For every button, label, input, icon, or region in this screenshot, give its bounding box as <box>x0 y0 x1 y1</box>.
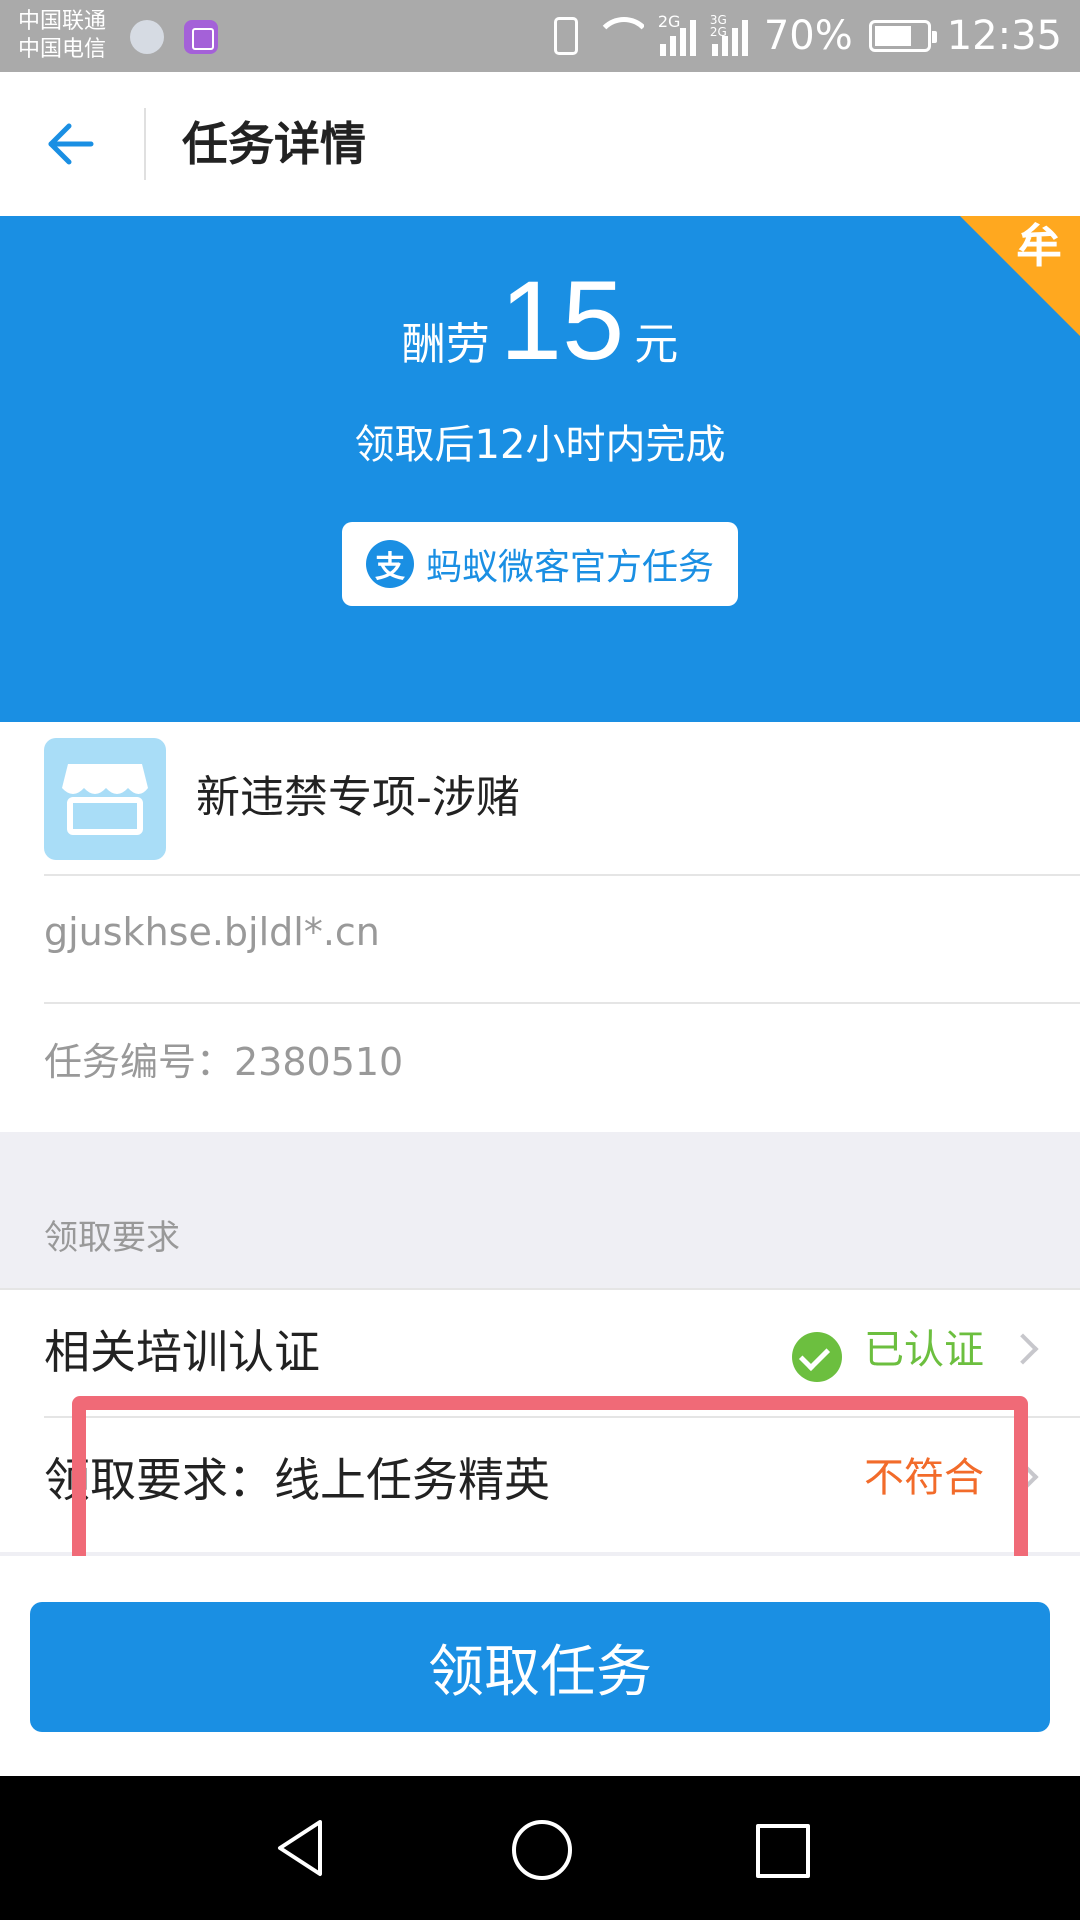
battery-percent: 70% <box>763 13 853 59</box>
alipay-icon: 支 <box>365 540 414 588</box>
storefront-glyph <box>62 764 148 835</box>
status-right: 2G 3G 2G 70% 12:35 <box>553 0 1062 72</box>
carrier-1: 中国联通 <box>18 9 107 34</box>
nav-home-icon[interactable] <box>508 1816 572 1880</box>
gallery-notification-icon <box>184 20 218 54</box>
signal-1-label: 2G <box>657 12 681 31</box>
reward-banner: 酬劳15 元 领取后12小时内完成 支 蚂蚁微客官方任务 牟 <box>0 216 1080 722</box>
corner-ribbon-text: 牟 <box>1016 219 1062 273</box>
page-title: 任务详情 <box>182 117 366 171</box>
requirement-status: 已认证 <box>864 1327 984 1373</box>
back-button[interactable] <box>30 108 110 180</box>
official-task-tag: 支 蚂蚁微客官方任务 <box>342 522 738 606</box>
check-circle-icon <box>792 1332 842 1382</box>
requirements-section-label: 领取要求 <box>44 1218 180 1258</box>
clock: 12:35 <box>946 13 1062 59</box>
battery-icon <box>868 20 937 52</box>
navigation-bar: 任务详情 <box>0 72 1080 216</box>
deadline-text: 领取后12小时内完成 <box>354 422 726 468</box>
reward-unit: 元 <box>634 319 679 370</box>
reward-amount: 15 <box>499 258 625 383</box>
reward-label: 酬劳 <box>401 319 490 370</box>
nav-divider <box>144 108 146 180</box>
bottom-action-area: 领取任务 <box>0 1556 1080 1776</box>
claim-task-button[interactable]: 领取任务 <box>30 1602 1050 1732</box>
nav-recent-apps-icon[interactable] <box>748 1816 812 1880</box>
carrier-info: 中国联通 中国电信 <box>18 8 106 64</box>
vibrate-icon <box>553 17 578 55</box>
signal-icon-1: 2G <box>657 12 696 56</box>
signal-icon-2: 3G 2G <box>709 13 748 56</box>
requirement-title: 相关培训认证 <box>44 1325 320 1379</box>
divider <box>44 874 1080 876</box>
task-number: 任务编号：2380510 <box>44 1040 404 1084</box>
divider <box>44 1002 1080 1004</box>
arrow-left-icon <box>48 123 94 165</box>
highlight-annotation-box <box>72 1396 1028 1578</box>
status-bar: 中国联通 中国电信 2G 3G 2G 70% 12:35 <box>0 0 1080 72</box>
task-url: gjuskhse.bjldl*.cn <box>44 910 380 954</box>
reward-line: 酬劳15 元 <box>0 256 1080 385</box>
official-tag-label: 蚂蚁微客官方任务 <box>425 547 714 588</box>
store-icon <box>44 738 166 860</box>
task-info-card: 新违禁专项-涉赌 gjuskhse.bjldl*.cn 任务编号：2380510 <box>0 722 1080 1132</box>
task-name: 新违禁专项-涉赌 <box>196 772 520 823</box>
chevron-right-icon <box>1007 1333 1039 1365</box>
nav-back-icon[interactable] <box>270 1816 334 1880</box>
signal-2-label: 3G 2G <box>709 13 727 39</box>
wifi-icon <box>593 17 644 55</box>
system-navigation-bar <box>0 1776 1080 1920</box>
carrier-2: 中国电信 <box>18 37 107 62</box>
notification-app-icon <box>130 20 164 54</box>
